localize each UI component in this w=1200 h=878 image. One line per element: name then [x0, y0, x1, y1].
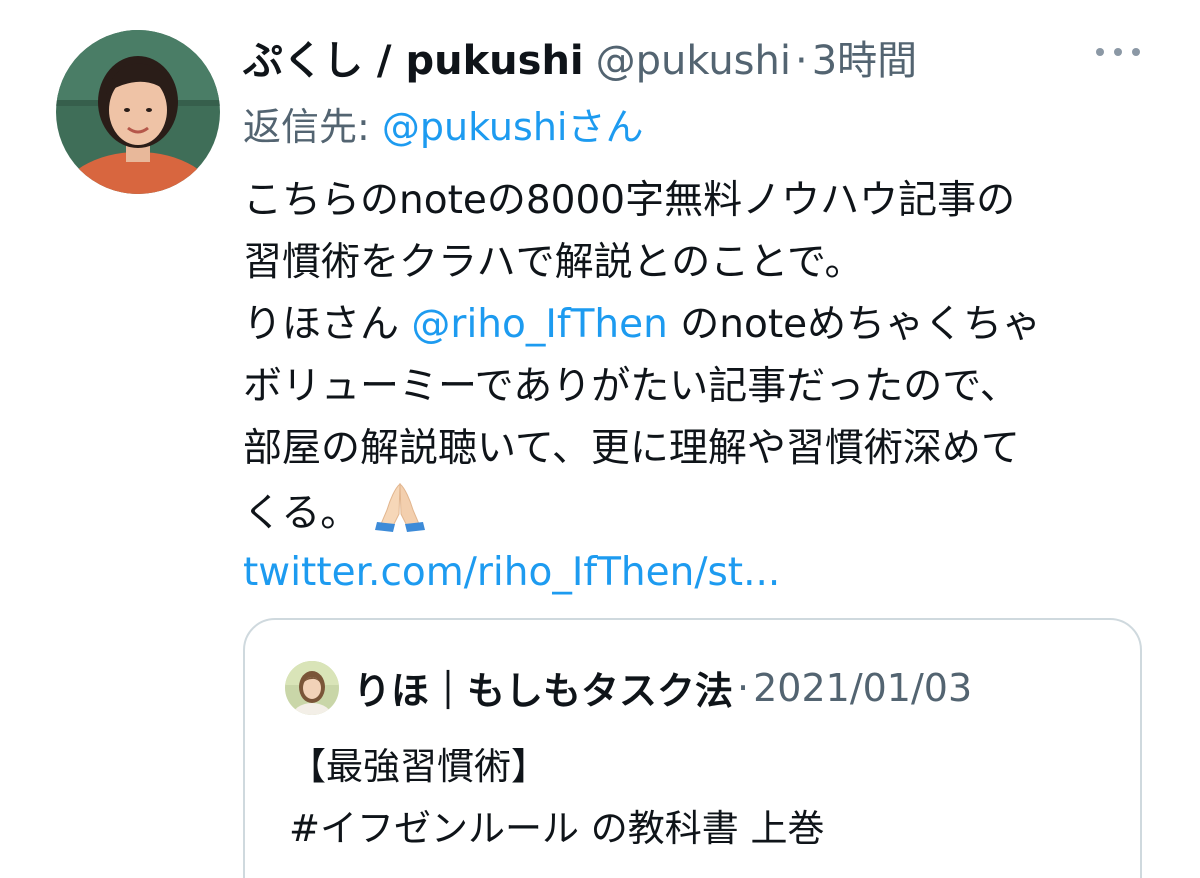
tweet-text: くる。 [243, 491, 360, 536]
quoted-author-avatar [285, 660, 339, 715]
quoted-line: 【最強習慣術】 [289, 745, 548, 788]
tweet-text: のnoteめちゃくちゃ [667, 302, 1042, 347]
tweet-body: こちらのnoteの8000字無料ノウハウ記事の 習慣術をクラハで解説とのことで。… [243, 170, 1153, 604]
mention-link[interactable]: @riho_IfThen [411, 302, 667, 347]
tweet-url-link[interactable]: twitter.com/riho_IfThen/st... [243, 542, 1153, 604]
more-dot [1096, 48, 1104, 56]
author-display-name[interactable]: ぷくし / pukushi [243, 28, 584, 86]
quoted-author-name: りほ｜もしもタスク法 [353, 669, 734, 713]
quoted-tweet-date: 2021/01/03 [753, 665, 973, 710]
header-separator: · [795, 38, 808, 84]
more-dot [1132, 48, 1140, 56]
quoted-line: #イフゼンルール の教科書 上巻 [289, 807, 825, 850]
tweet-line: こちらのnoteの8000字無料ノウハウ記事の [243, 178, 1016, 223]
reply-suffix: さん [567, 105, 644, 149]
tweet-header: ぷくし / pukushi @pukushi · 3時間 [243, 28, 917, 84]
author-avatar[interactable] [56, 30, 220, 194]
tweet-line: りほさん @riho_IfThen のnoteめちゃくちゃ [243, 294, 1153, 356]
more-options-icon[interactable] [1096, 42, 1140, 62]
reply-context: 返信先: @pukushiさん [243, 96, 643, 151]
author-handle[interactable]: @pukushi [596, 38, 791, 84]
quoted-tweet-card[interactable]: りほ｜もしもタスク法 · 2021/01/03 【最強習慣術】 #イフゼンルール… [243, 618, 1142, 878]
tweet-line: くる。 [243, 480, 1153, 542]
tweet-text: りほさん [243, 302, 412, 347]
reply-handle-link[interactable]: @pukushi [382, 105, 568, 149]
quoted-tweet-header: りほ｜もしもタスク法 · 2021/01/03 [285, 660, 972, 715]
folded-hands-icon [371, 480, 429, 551]
reply-prefix: 返信先: [243, 105, 382, 149]
tweet-line: 部屋の解説聴いて、更に理解や習慣術深めて [243, 426, 1020, 471]
tweet-line: ボリューミーでありがたい記事だったので、 [243, 364, 1019, 409]
quoted-tweet-text: 【最強習慣術】 #イフゼンルール の教科書 上巻 [289, 736, 825, 860]
tweet-timestamp[interactable]: 3時間 [812, 28, 917, 86]
quoted-header-separator: · [737, 665, 750, 710]
tweet-line: 習慣術をクラハで解説とのことで。 [243, 240, 864, 285]
tweet: ぷくし / pukushi @pukushi · 3時間 返信先: @pukus… [0, 0, 1200, 878]
more-dot [1114, 48, 1122, 56]
